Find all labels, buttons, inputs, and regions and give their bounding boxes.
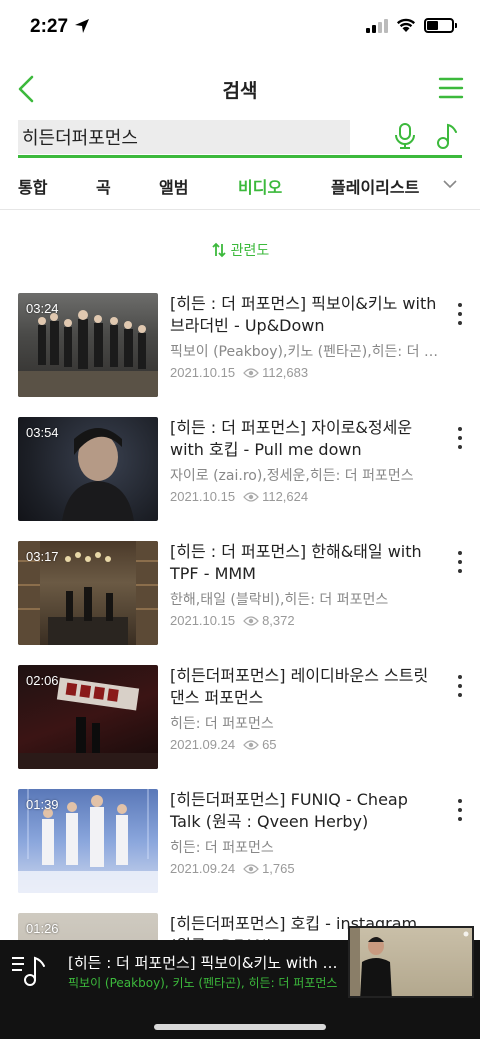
video-list-item[interactable]: 03:24 [히든 : 더 퍼포먼스] 픽보이&키노 with 브라더빈 - U… xyxy=(18,293,468,397)
battery-icon xyxy=(424,18,457,33)
video-duration: 01:26 xyxy=(26,921,59,936)
tab-albums[interactable]: 앨범 xyxy=(159,174,188,198)
location-arrow-icon xyxy=(75,19,89,33)
video-thumbnail[interactable]: 01:39 xyxy=(18,789,158,893)
video-thumbnail[interactable]: 02:06 xyxy=(18,665,158,769)
video-views: 112,624 xyxy=(262,489,309,504)
video-date: 2021.10.15 xyxy=(170,489,236,504)
video-duration: 03:54 xyxy=(26,425,59,440)
cellular-signal-icon xyxy=(366,18,388,33)
more-options-icon[interactable] xyxy=(456,427,464,449)
tab-videos[interactable]: 비디오 xyxy=(238,174,282,198)
status-bar: 2:27 xyxy=(0,0,480,56)
video-title[interactable]: [히든 : 더 퍼포먼스] 픽보이&키노 with 브라더빈 - Up&Down xyxy=(170,293,440,337)
more-options-icon[interactable] xyxy=(456,303,464,325)
chevron-down-icon[interactable] xyxy=(442,178,458,190)
search-bar xyxy=(18,118,462,158)
video-duration: 03:24 xyxy=(26,301,59,316)
video-artist: 자이로 (zai.ro),정세운,히든: 더 퍼포먼스 xyxy=(170,468,414,484)
video-duration: 01:39 xyxy=(26,797,59,812)
eye-icon xyxy=(243,615,259,626)
picture-in-picture-video[interactable] xyxy=(348,926,474,998)
eye-icon xyxy=(243,491,259,502)
more-options-icon[interactable] xyxy=(456,799,464,821)
status-time: 2:27 xyxy=(30,16,69,37)
video-artist: 픽보이 (Peakboy),키노 (펜타곤),히든: 더 퍼포먼스 xyxy=(170,344,440,360)
header: 검색 xyxy=(0,64,480,114)
video-list-item[interactable]: 03:54 [히든 : 더 퍼포먼스] 자이로&정세운 with 호킵 - Pu… xyxy=(18,417,468,521)
video-thumbnail[interactable]: 03:17 xyxy=(18,541,158,645)
home-indicator[interactable] xyxy=(154,1024,326,1030)
video-thumbnail[interactable]: 03:54 xyxy=(18,417,158,521)
video-title[interactable]: [히든 : 더 퍼포먼스] 자이로&정세운 with 호킵 - Pull me … xyxy=(170,417,440,461)
eye-icon xyxy=(243,367,259,378)
video-date: 2021.09.24 xyxy=(170,737,236,752)
hamburger-menu-icon[interactable] xyxy=(438,76,464,100)
tab-playlists[interactable]: 플레이리스트 xyxy=(331,174,419,198)
video-list-item[interactable]: 02:06 [히든더퍼포먼스] 레이디바운스 스트릿댄스 퍼포먼스 히든: 더 … xyxy=(18,665,468,769)
music-note-icon[interactable] xyxy=(436,122,460,150)
eye-icon xyxy=(243,739,259,750)
sort-arrows-icon xyxy=(212,242,226,258)
microphone-icon[interactable] xyxy=(394,122,416,150)
playlist-music-icon[interactable] xyxy=(10,952,46,988)
more-options-icon[interactable] xyxy=(456,675,464,697)
tab-all[interactable]: 통합 xyxy=(18,174,47,198)
video-list-item[interactable]: 01:39 [히든더퍼포먼스] FUNIQ - Cheap Talk (원곡 :… xyxy=(18,789,468,893)
pip-video-frame xyxy=(350,928,469,996)
video-artist: 히든: 더 퍼포먼스 xyxy=(170,716,274,732)
video-artist: 히든: 더 퍼포먼스 xyxy=(170,840,274,856)
sort-label: 관련도 xyxy=(230,243,270,259)
video-views: 1,765 xyxy=(262,861,295,876)
video-views: 112,683 xyxy=(262,365,309,380)
video-views: 65 xyxy=(262,737,277,752)
now-playing-artist: 픽보이 (Peakboy), 키노 (펜타곤), 히든: 더 퍼포먼스 xyxy=(68,976,338,990)
more-options-icon[interactable] xyxy=(456,551,464,573)
video-artist: 한해,태일 (블락비),히든: 더 퍼포먼스 xyxy=(170,592,389,608)
video-thumbnail[interactable]: 03:24 xyxy=(18,293,158,397)
video-date: 2021.10.15 xyxy=(170,365,236,380)
video-date: 2021.09.24 xyxy=(170,861,236,876)
video-views: 8,372 xyxy=(262,613,295,628)
video-date: 2021.10.15 xyxy=(170,613,236,628)
video-duration: 03:17 xyxy=(26,549,59,564)
page-title: 검색 xyxy=(222,80,258,102)
sort-button[interactable]: 관련도 xyxy=(0,240,480,262)
video-title[interactable]: [히든 : 더 퍼포먼스] 한해&태일 with TPF - MMM xyxy=(170,541,440,585)
video-list-item[interactable]: 03:17 [히든 : 더 퍼포먼스] 한해&태일 with TPF - MMM… xyxy=(18,541,468,645)
now-playing-title[interactable]: [히든 : 더 퍼포먼스] 픽보이&키노 with 브라더빈 - Up&Down xyxy=(68,952,338,973)
search-input[interactable] xyxy=(18,120,350,154)
video-duration: 02:06 xyxy=(26,673,59,688)
tab-songs[interactable]: 곡 xyxy=(96,174,111,198)
wifi-icon xyxy=(396,18,416,32)
eye-icon xyxy=(243,863,259,874)
video-title[interactable]: [히든더퍼포먼스] FUNIQ - Cheap Talk (원곡 : Qveen… xyxy=(170,789,440,833)
category-tabs: 통합 곡 앨범 비디오 플레이리스트 xyxy=(0,170,480,210)
video-title[interactable]: [히든더퍼포먼스] 레이디바운스 스트릿댄스 퍼포먼스 xyxy=(170,665,440,709)
